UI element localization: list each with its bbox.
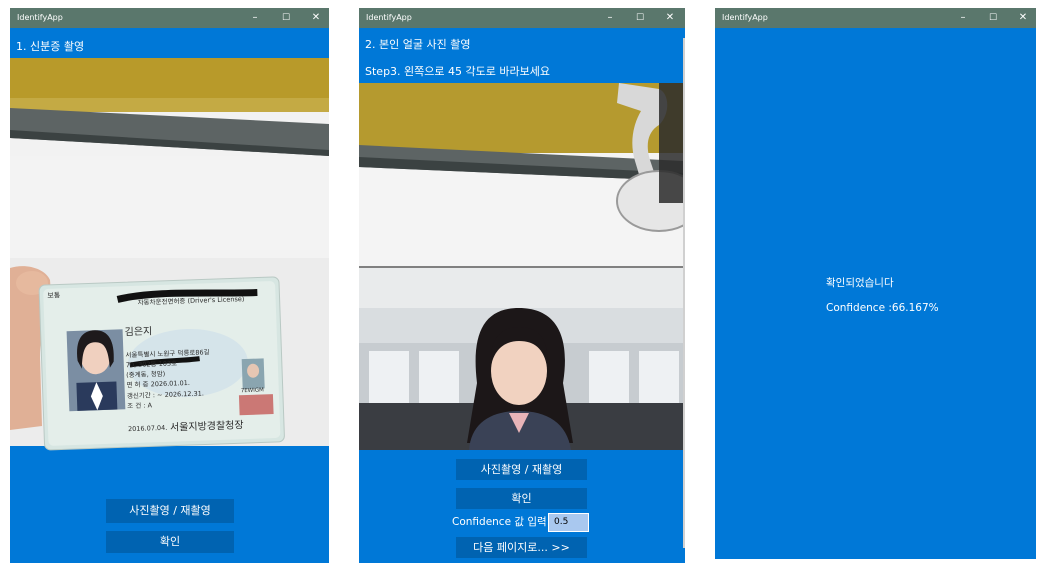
- capture-button[interactable]: 사진촬영 / 재촬영: [456, 459, 587, 480]
- card-address-line3: (중계동, 청암): [126, 369, 165, 379]
- title-bar[interactable]: IdentifyApp – ☐ ✕: [359, 8, 685, 28]
- capture-button[interactable]: 사진촬영 / 재촬영: [106, 499, 234, 523]
- title-bar[interactable]: IdentifyApp – ☐ ✕: [10, 8, 329, 28]
- confidence-result: Confidence :66.167%: [826, 302, 939, 314]
- face-photo-image: [359, 83, 683, 450]
- id-card-photo: 보통 자동차운전면허증 (Driver's License) 김은지 서울특별시…: [10, 58, 329, 458]
- card-condition-line: 조 건 : A: [127, 400, 153, 410]
- maximize-button[interactable]: ☐: [625, 8, 655, 28]
- confirm-button[interactable]: 확인: [456, 488, 587, 509]
- confidence-label: Confidence 값 입력:: [452, 516, 551, 528]
- title-bar[interactable]: IdentifyApp – ☐ ✕: [715, 8, 1036, 28]
- step-heading: 1. 신분증 촬영: [16, 40, 85, 53]
- step-heading: 2. 본인 얼굴 사진 촬영: [365, 38, 471, 51]
- close-button[interactable]: ✕: [301, 8, 331, 28]
- window-title: IdentifyApp: [366, 13, 412, 22]
- window-client: 2. 본인 얼굴 사진 촬영 Step3. 왼쪽으로 45 각도로 바라보세요: [359, 28, 685, 563]
- card-badge-text: 보통: [47, 291, 61, 299]
- id-card-photo-image: 보통 자동차운전면허증 (Driver's License) 김은지 서울특별시…: [10, 58, 329, 458]
- window-title: IdentifyApp: [17, 13, 63, 22]
- maximize-button[interactable]: ☐: [271, 8, 301, 28]
- close-button[interactable]: ✕: [655, 8, 685, 28]
- window-title: IdentifyApp: [722, 13, 768, 22]
- minimize-button[interactable]: –: [595, 8, 625, 28]
- window-client: 확인되었습니다 Confidence :66.167%: [715, 28, 1036, 559]
- card-issue-date: 2016.07.04.: [128, 424, 168, 433]
- close-button[interactable]: ✕: [1008, 8, 1038, 28]
- confirm-button[interactable]: 확인: [106, 531, 234, 553]
- confidence-input[interactable]: 0.5: [548, 513, 589, 532]
- window-client: 1. 신분증 촬영 보통 자동차운전면허증 (Driver's License)…: [10, 28, 329, 563]
- verification-result: 확인되었습니다: [826, 277, 894, 289]
- maximize-button[interactable]: ☐: [978, 8, 1008, 28]
- card-serial-text: 7EWIGM: [241, 387, 264, 394]
- step-instruction: Step3. 왼쪽으로 45 각도로 바라보세요: [365, 65, 550, 78]
- window-face-capture: IdentifyApp – ☐ ✕ 2. 본인 얼굴 사진 촬영 Step3. …: [359, 8, 685, 563]
- minimize-button[interactable]: –: [240, 8, 270, 28]
- window-result: IdentifyApp – ☐ ✕ 확인되었습니다 Confidence :66…: [715, 8, 1036, 559]
- face-photo: [359, 83, 683, 450]
- next-page-button[interactable]: 다음 페이지로... >>: [456, 537, 587, 558]
- minimize-button[interactable]: –: [948, 8, 978, 28]
- card-name-text: 김은지: [124, 325, 152, 338]
- window-id-card: IdentifyApp – ☐ ✕ 1. 신분증 촬영 보통 자동차운전면허증 …: [10, 8, 329, 563]
- vertical-scrollbar[interactable]: [683, 38, 685, 548]
